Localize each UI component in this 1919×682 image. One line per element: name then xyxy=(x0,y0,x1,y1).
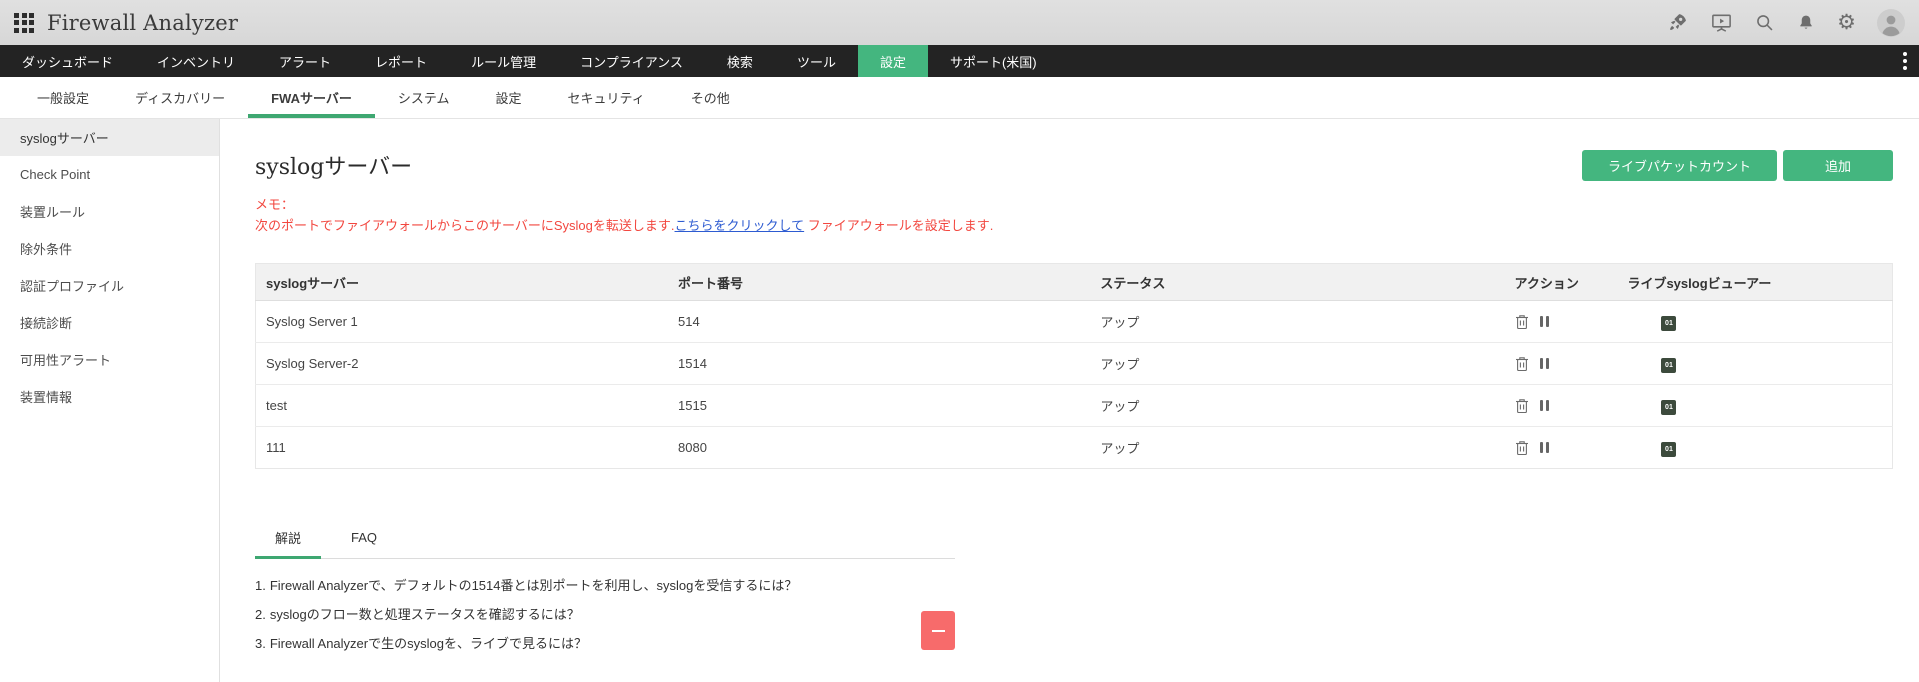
table-header-row: syslogサーバー ポート番号 ステータス アクション ライブsyslogビュ… xyxy=(255,263,1893,301)
help-tab-faq[interactable]: FAQ xyxy=(331,517,397,558)
delete-trash-icon[interactable] xyxy=(1515,314,1529,330)
delete-trash-icon[interactable] xyxy=(1515,440,1529,456)
pause-icon[interactable] xyxy=(1539,442,1549,453)
delete-trash-icon[interactable] xyxy=(1515,398,1529,414)
col-header-syslog-server: syslogサーバー xyxy=(255,263,669,301)
notifications-bell-icon[interactable] xyxy=(1796,13,1816,33)
subtab-security[interactable]: セキュリティ xyxy=(545,77,668,118)
nav-item-dashboard[interactable]: ダッシュボード xyxy=(0,45,135,77)
sidebar-item-auth-profile[interactable]: 認証プロファイル xyxy=(0,267,219,304)
nav-item-rule-management[interactable]: ルール管理 xyxy=(449,45,558,77)
syslog-server-table: syslogサーバー ポート番号 ステータス アクション ライブsyslogビュ… xyxy=(255,263,1893,469)
help-tab-explanation[interactable]: 解説 xyxy=(255,517,322,559)
demo-video-icon[interactable] xyxy=(1710,11,1733,34)
table-row: test 1515 アップ 01 xyxy=(255,384,1893,427)
settings-subtabs: 一般設定 ディスカバリー FWAサーバー システム 設定 セキュリティ その他 xyxy=(0,77,1919,119)
pause-icon[interactable] xyxy=(1539,316,1549,327)
memo-text: 次のポートでファイアウォールからこのサーバーにSyslogを転送します.こちらを… xyxy=(255,218,994,233)
col-header-status: ステータス xyxy=(1090,263,1505,301)
page-title: syslogサーバー xyxy=(255,155,413,180)
sidebar-item-check-point[interactable]: Check Point xyxy=(0,156,219,193)
pause-icon[interactable] xyxy=(1539,358,1549,369)
cell-status: アップ xyxy=(1090,342,1505,385)
live-syslog-viewer-icon[interactable]: 01 xyxy=(1661,315,1677,331)
subtab-general-settings[interactable]: 一般設定 xyxy=(14,77,112,118)
memo-label: メモ： xyxy=(255,197,295,212)
sidebar-item-device-info[interactable]: 装置情報 xyxy=(0,378,219,415)
faq-item-3[interactable]: 3. Firewall Analyzerで生のsyslogを、ライブで見るには？ xyxy=(255,635,955,652)
table-row: 111 8080 アップ 01 xyxy=(255,426,1893,469)
cell-port: 8080 xyxy=(668,426,1091,469)
live-packet-count-button[interactable]: ライブパケットカウント xyxy=(1581,149,1777,181)
app-launcher-icon[interactable] xyxy=(14,12,34,33)
delete-trash-icon[interactable] xyxy=(1515,356,1529,372)
faq-item-2[interactable]: 2. syslogのフロー数と処理ステータスを確認するには？ xyxy=(255,606,955,623)
subtab-settings[interactable]: 設定 xyxy=(473,77,545,118)
pause-icon[interactable] xyxy=(1539,400,1549,411)
help-section: 解説 FAQ 1. Firewall Analyzerで、デフォルトの1514番… xyxy=(255,517,955,652)
cell-status: アップ xyxy=(1090,384,1505,427)
table-row: Syslog Server 1 514 アップ 01 xyxy=(255,300,1893,343)
cell-server-name: Syslog Server 1 xyxy=(255,300,669,343)
nav-item-alerts[interactable]: アラート xyxy=(257,45,353,77)
nav-item-compliance[interactable]: コンプライアンス xyxy=(558,45,705,77)
live-syslog-viewer-icon[interactable]: 01 xyxy=(1661,399,1677,415)
cell-port: 1514 xyxy=(668,342,1091,385)
faq-list: 1. Firewall Analyzerで、デフォルトの1514番とは別ポートを… xyxy=(255,577,955,652)
table-row: Syslog Server-2 1514 アップ 01 xyxy=(255,342,1893,385)
sidebar-item-availability-alert[interactable]: 可用性アラート xyxy=(0,341,219,378)
live-syslog-viewer-icon[interactable]: 01 xyxy=(1661,441,1677,457)
memo-note: メモ： 次のポートでファイアウォールからこのサーバーにSyslogを転送します.… xyxy=(255,194,1893,236)
subtab-discovery[interactable]: ディスカバリー xyxy=(112,77,248,118)
search-icon[interactable] xyxy=(1754,12,1775,33)
sidebar-item-connection-diagnosis[interactable]: 接続診断 xyxy=(0,304,219,341)
col-header-live-syslog-viewer: ライブsyslogビューアー xyxy=(1617,263,1893,301)
nav-item-inventory[interactable]: インベントリ xyxy=(135,45,257,77)
nav-item-tools[interactable]: ツール xyxy=(775,45,858,77)
settings-sidebar: syslogサーバー Check Point 装置ルール 除外条件 認証プロファ… xyxy=(0,119,220,682)
topbar-actions: ⚙ xyxy=(1666,8,1905,37)
subtab-fwa-server[interactable]: FWAサーバー xyxy=(248,77,375,118)
subtab-system[interactable]: システム xyxy=(375,77,473,118)
live-syslog-viewer-icon[interactable]: 01 xyxy=(1661,357,1677,373)
cell-server-name: Syslog Server-2 xyxy=(255,342,669,385)
subtab-others[interactable]: その他 xyxy=(668,77,753,118)
add-button[interactable]: 追加 xyxy=(1783,149,1893,181)
nav-item-settings[interactable]: 設定 xyxy=(857,45,928,77)
settings-gear-icon[interactable]: ⚙ xyxy=(1837,12,1856,33)
cell-port: 514 xyxy=(668,300,1091,343)
main-content: syslogサーバー ライブパケットカウント 追加 メモ： 次のポートでファイア… xyxy=(220,119,1919,682)
collapse-help-button[interactable] xyxy=(921,611,955,650)
cell-server-name: test xyxy=(255,384,669,427)
col-header-actions: アクション xyxy=(1504,263,1618,301)
cell-port: 1515 xyxy=(668,384,1091,427)
nav-overflow-kebab-icon[interactable] xyxy=(1899,45,1911,77)
faq-item-1[interactable]: 1. Firewall Analyzerで、デフォルトの1514番とは別ポートを… xyxy=(255,577,955,594)
cell-server-name: 111 xyxy=(255,426,669,469)
nav-item-search[interactable]: 検索 xyxy=(705,45,775,77)
minus-icon xyxy=(931,629,945,632)
nav-item-reports[interactable]: レポート xyxy=(353,45,449,77)
getting-started-rocket-icon[interactable] xyxy=(1666,11,1689,34)
sidebar-item-exclude-criteria[interactable]: 除外条件 xyxy=(0,230,219,267)
main-nav: ダッシュボード インベントリ アラート レポート ルール管理 コンプライアンス … xyxy=(0,45,1919,77)
top-bar: Firewall Analyzer ⚙ xyxy=(0,0,1919,45)
sidebar-item-device-rule[interactable]: 装置ルール xyxy=(0,193,219,230)
click-here-link[interactable]: こちらをクリックして xyxy=(675,218,805,233)
user-avatar[interactable] xyxy=(1877,8,1905,37)
cell-status: アップ xyxy=(1090,300,1505,343)
nav-item-support[interactable]: サポート(米国) xyxy=(928,45,1059,77)
sidebar-item-syslog-server[interactable]: syslogサーバー xyxy=(0,119,219,156)
app-title: Firewall Analyzer xyxy=(47,10,239,35)
col-header-port: ポート番号 xyxy=(668,263,1091,301)
cell-status: アップ xyxy=(1090,426,1505,469)
